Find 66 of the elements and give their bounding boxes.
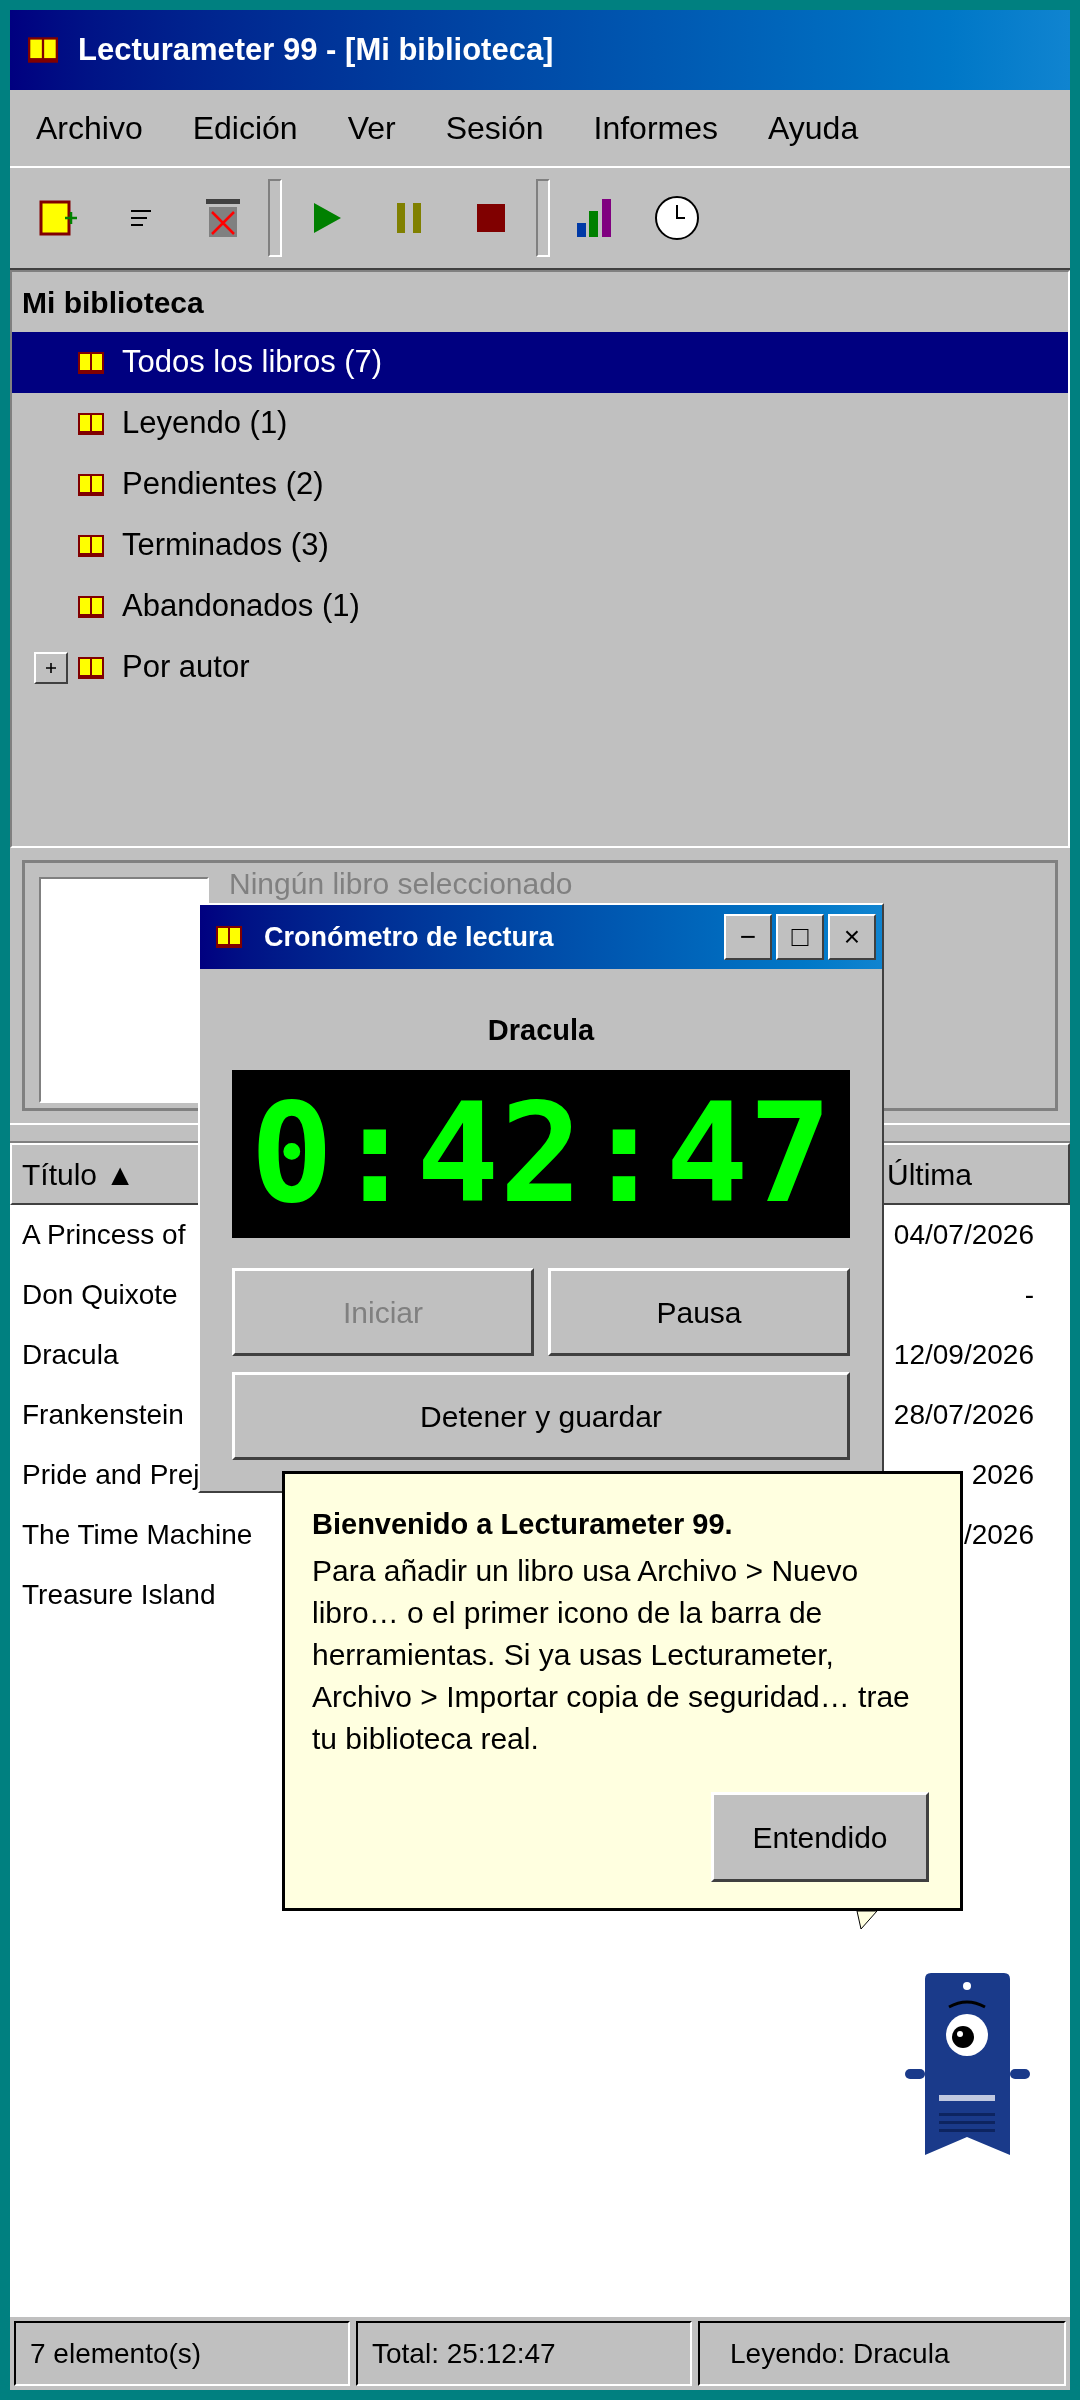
list-icon — [129, 208, 153, 228]
tip-text: Para añadir un libro usa Archivo > Nuevo libro… o el primer icono de la barra de herramientas. Si ya usas Lecturameter, Archivo > Importar copia de seguridad… trae tu biblioteca real. — [312, 1553, 911, 1757]
menu-item[interactable]: Ayuda — [743, 100, 884, 156]
tree-label: Por autor — [122, 648, 250, 687]
last-read-cell-text: 28/07/2026 — [893, 1398, 1034, 1432]
plus-icon — [45, 661, 57, 674]
tree-item[interactable]: Por autor — [12, 637, 1068, 698]
app-icon — [216, 925, 242, 949]
tree-item[interactable]: Terminados (3) — [12, 515, 1068, 576]
menu-item[interactable]: Ver — [322, 100, 421, 156]
tree-label: Todos los libros (7) — [122, 343, 383, 382]
window-control-button[interactable]: − — [724, 914, 772, 960]
bar-chart-icon — [577, 199, 613, 237]
pause-icon — [395, 203, 423, 233]
new-book-icon — [39, 198, 79, 238]
book-title-cell-text: Pride and Prej — [22, 1458, 200, 1492]
book-title-cell-text: Don Quixote — [22, 1278, 178, 1312]
menu-item[interactable]: Informes — [568, 100, 743, 156]
book-icon — [78, 595, 104, 618]
book-title-cell-text: Dracula — [22, 1338, 119, 1372]
play-icon — [312, 202, 342, 234]
menu-item[interactable]: Edición — [167, 100, 323, 156]
book-title-cell-text: Treasure Island — [22, 1578, 216, 1612]
status-field: Total: 25:12:47 — [356, 2321, 692, 2386]
window-title: Lecturameter 99 - [Mi biblioteca] — [78, 30, 554, 69]
menu-item[interactable]: Sesión — [420, 100, 569, 156]
status-field: 7 elemento(s) — [14, 2321, 350, 2386]
clock-icon — [654, 195, 700, 241]
tip-ok-button[interactable]: Entendido — [711, 1792, 929, 1882]
book-title-cell-text: A Princess of — [22, 1218, 186, 1252]
window-control-button[interactable]: □ — [776, 914, 824, 960]
book-icon — [78, 656, 104, 679]
book-icon — [78, 412, 104, 435]
last-read-cell-text: 04/07/2026 — [893, 1218, 1034, 1252]
tree-label: Terminados (3) — [122, 526, 329, 565]
app-icon — [28, 37, 58, 63]
last-read-cell-text: - — [1024, 1278, 1034, 1312]
last-read-cell-text: 12/09/2026 — [893, 1338, 1034, 1372]
tree-label: Pendientes (2) — [122, 465, 324, 504]
details-message: Ningún libro seleccionado — [229, 868, 573, 899]
stop-icon — [477, 204, 505, 232]
tip-title: Bienvenido a Lecturameter 99. — [312, 1507, 734, 1542]
book-title-cell-text: The Time Machine — [22, 1518, 253, 1552]
book-icon — [78, 473, 104, 496]
dialog-button[interactable]: Detener y guardar — [232, 1372, 850, 1460]
tree-label: Abandonados (1) — [122, 587, 360, 626]
tree-item[interactable]: Pendientes (2) — [12, 454, 1068, 515]
tree-item[interactable]: Abandonados (1) — [12, 576, 1068, 637]
tree-item[interactable]: Leyendo (1) — [12, 393, 1068, 454]
book-icon — [78, 534, 104, 557]
window-control-button[interactable]: × — [828, 914, 876, 960]
tree-item[interactable]: Todos los libros (7) — [12, 332, 1068, 393]
expand-toggle[interactable] — [34, 651, 68, 684]
book-title-cell-text: Frankenstein — [22, 1398, 184, 1432]
book-name: Dracula — [487, 1013, 595, 1048]
dialog-button[interactable]: Pausa — [548, 1268, 850, 1356]
last-read-cell-text: /2026 — [963, 1518, 1034, 1552]
delete-icon — [206, 198, 240, 238]
status-field: Leyendo: Dracula — [698, 2321, 1066, 2386]
dialog-title: Cronómetro de lectura — [264, 920, 555, 954]
tree-title: Mi biblioteca — [22, 284, 204, 321]
book-icon — [78, 351, 104, 374]
last-read-cell-text: 2026 — [971, 1458, 1034, 1492]
tree-label: Leyendo (1) — [122, 404, 288, 443]
timer-display: 0:42:47 — [232, 1070, 850, 1238]
menu-item[interactable]: Archivo — [11, 100, 168, 156]
